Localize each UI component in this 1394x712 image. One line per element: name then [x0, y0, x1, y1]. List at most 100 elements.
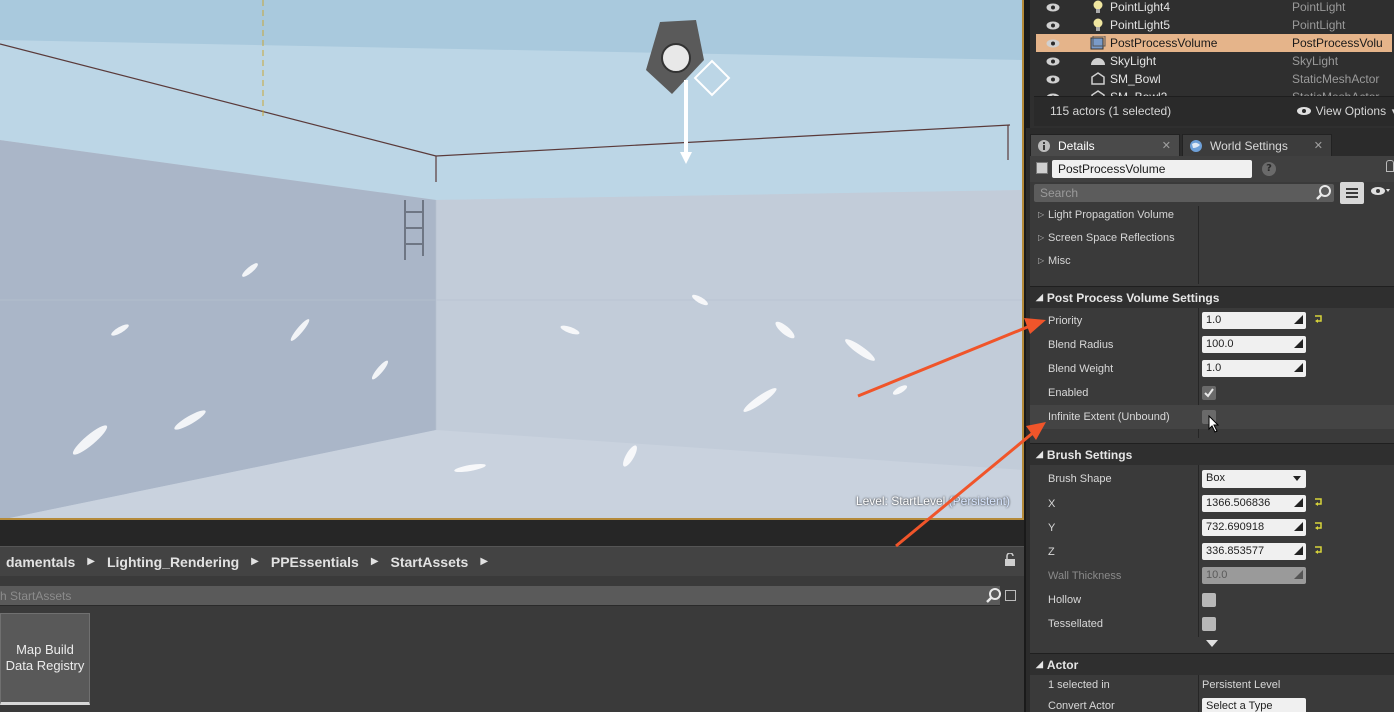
eye-icon[interactable]: [1370, 186, 1390, 196]
actor-name: PointLight4: [1110, 0, 1171, 14]
brush-z-input[interactable]: 336.853577: [1202, 543, 1306, 560]
static-mesh-icon: [1090, 72, 1106, 86]
hollow-checkbox[interactable]: [1202, 593, 1216, 607]
chevron-right-icon[interactable]: ▶: [480, 556, 488, 567]
prop-priority: Priority 1.0: [1030, 309, 1394, 333]
actor-name-field[interactable]: PostProcessVolume: [1052, 160, 1252, 178]
prop-hollow: Hollow: [1030, 588, 1394, 612]
chevron-down-icon: [1293, 476, 1301, 481]
close-icon[interactable]: ✕: [1162, 139, 1171, 152]
world-outliner: PointLight4 PointLight PointLight5 PointLig…: [1026, 0, 1394, 128]
drag-handle-icon[interactable]: [1294, 498, 1303, 507]
category-light-propagation-volume[interactable]: ▷ Light Propagation Volume: [1030, 203, 1394, 226]
section-post-process-volume-settings[interactable]: ◢ Post Process Volume Settings: [1030, 286, 1394, 308]
blend-radius-input[interactable]: 100.0: [1202, 336, 1306, 353]
tessellated-checkbox[interactable]: [1202, 617, 1216, 631]
details-search-input[interactable]: Search: [1034, 184, 1334, 202]
help-icon[interactable]: ?: [1262, 162, 1276, 176]
convert-actor-select[interactable]: Select a Type: [1202, 698, 1306, 712]
content-browser: damentals ▶ Lighting_Rendering ▶ PPEssen…: [0, 520, 1024, 712]
eye-icon: [1296, 107, 1311, 115]
level-persistent: (Persistent): [948, 494, 1010, 508]
level-label: Level:: [855, 494, 888, 508]
globe-icon: [1190, 139, 1202, 152]
enabled-checkbox[interactable]: [1202, 386, 1216, 400]
lock-icon[interactable]: [1386, 160, 1394, 172]
category-misc[interactable]: ▷ Misc: [1030, 249, 1394, 272]
brush-shape-select[interactable]: Box: [1202, 470, 1306, 488]
info-icon: [1038, 139, 1050, 152]
breadcrumb-item[interactable]: damentals: [0, 554, 81, 570]
visibility-eye-icon[interactable]: [1044, 75, 1062, 84]
visibility-eye-icon[interactable]: [1044, 39, 1062, 48]
wall-thickness-input: 10.0: [1202, 567, 1306, 584]
asset-tile-label: Map Build Data Registry: [5, 642, 85, 673]
search-icon[interactable]: [986, 588, 1002, 604]
prop-wall-thickness: Wall Thickness 10.0: [1030, 564, 1394, 588]
expand-triangle-icon: ▷: [1038, 256, 1045, 265]
brush-y-input[interactable]: 732.690918: [1202, 519, 1306, 536]
postprocess-volume-icon: [1090, 36, 1106, 50]
actor-type: SkyLight: [1292, 54, 1339, 68]
prop-convert-actor: Convert Actor Select a Type: [1030, 696, 1394, 712]
chevron-right-icon[interactable]: ▶: [87, 556, 95, 567]
prop-brush-shape: Brush Shape Box: [1030, 467, 1394, 491]
mouse-cursor-icon: [1208, 415, 1220, 433]
blend-weight-input[interactable]: 1.0: [1202, 360, 1306, 377]
prop-z: Z 336.853577: [1030, 540, 1394, 564]
category-screen-space-reflections[interactable]: ▷ Screen Space Reflections: [1030, 226, 1394, 249]
breadcrumb-item[interactable]: StartAssets: [385, 554, 475, 570]
breadcrumb-item[interactable]: PPEssentials: [265, 554, 365, 570]
drag-handle-icon[interactable]: [1294, 315, 1303, 324]
level-name: StartLevel: [891, 494, 946, 508]
search-icon[interactable]: [1316, 185, 1332, 201]
chevron-right-icon[interactable]: ▶: [251, 556, 259, 567]
prop-tessellated: Tessellated: [1030, 612, 1394, 636]
close-icon[interactable]: ✕: [1314, 139, 1323, 152]
prop-infinite-extent: Infinite Extent (Unbound): [1030, 405, 1394, 433]
drag-handle-icon[interactable]: [1294, 339, 1303, 348]
brush-x-input[interactable]: 1366.506836: [1202, 495, 1306, 512]
section-actor[interactable]: ◢ Actor: [1030, 653, 1394, 675]
actor-type: PostProcessVolu: [1292, 36, 1383, 50]
visibility-eye-icon[interactable]: [1044, 21, 1062, 30]
outliner-row[interactable]: PostProcessVolume PostProcessVolu: [1036, 34, 1392, 52]
level-indicator: Level: StartLevel (Persistent): [856, 494, 1010, 508]
breadcrumb-item[interactable]: Lighting_Rendering: [101, 554, 245, 570]
actor-name: PointLight5: [1110, 18, 1171, 32]
viewport-scene: [0, 0, 1022, 518]
asset-tile[interactable]: Map Build Data Registry: [0, 613, 90, 705]
lock-icon[interactable]: [1004, 553, 1016, 567]
chevron-right-icon[interactable]: ▶: [371, 556, 379, 567]
collapse-triangle-icon: ◢: [1036, 292, 1043, 302]
level-viewport[interactable]: Level: StartLevel (Persistent): [0, 0, 1024, 520]
visibility-eye-icon[interactable]: [1044, 57, 1062, 66]
outliner-row[interactable]: PointLight4 PointLight: [1036, 0, 1392, 16]
tab-world-settings[interactable]: World Settings ✕: [1182, 134, 1332, 156]
breadcrumb: damentals ▶ Lighting_Rendering ▶ PPEssen…: [0, 546, 1024, 576]
lightbulb-icon: [1090, 18, 1106, 32]
outliner-row[interactable]: SM_Bowl StaticMeshActor: [1036, 70, 1392, 88]
view-options-button[interactable]: View Options ▼: [1296, 104, 1394, 118]
tab-details[interactable]: Details ✕: [1030, 134, 1180, 156]
prop-x: X 1366.506836: [1030, 492, 1394, 516]
outliner-row[interactable]: PointLight5 PointLight: [1036, 16, 1392, 34]
reset-to-default-icon[interactable]: [1314, 497, 1323, 506]
section-brush-settings[interactable]: ◢ Brush Settings: [1030, 443, 1394, 465]
drag-handle-icon[interactable]: [1294, 363, 1303, 372]
drag-handle-icon[interactable]: [1294, 546, 1303, 555]
priority-input[interactable]: 1.0: [1202, 312, 1306, 329]
list-icon: [1346, 188, 1358, 198]
reset-to-default-icon[interactable]: [1314, 314, 1323, 323]
drag-handle-icon[interactable]: [1294, 522, 1303, 531]
prop-enabled: Enabled: [1030, 381, 1394, 405]
save-search-icon[interactable]: [1005, 590, 1016, 601]
reset-to-default-icon[interactable]: [1314, 521, 1323, 530]
asset-search-input[interactable]: h StartAssets: [0, 586, 1000, 606]
reset-to-default-icon[interactable]: [1314, 545, 1323, 554]
visibility-eye-icon[interactable]: [1044, 3, 1062, 12]
property-matrix-button[interactable]: [1340, 182, 1364, 204]
outliner-row[interactable]: SkyLight SkyLight: [1036, 52, 1392, 70]
actor-count: 115 actors (1 selected): [1050, 104, 1172, 118]
expand-advanced-icon[interactable]: [1206, 640, 1218, 648]
